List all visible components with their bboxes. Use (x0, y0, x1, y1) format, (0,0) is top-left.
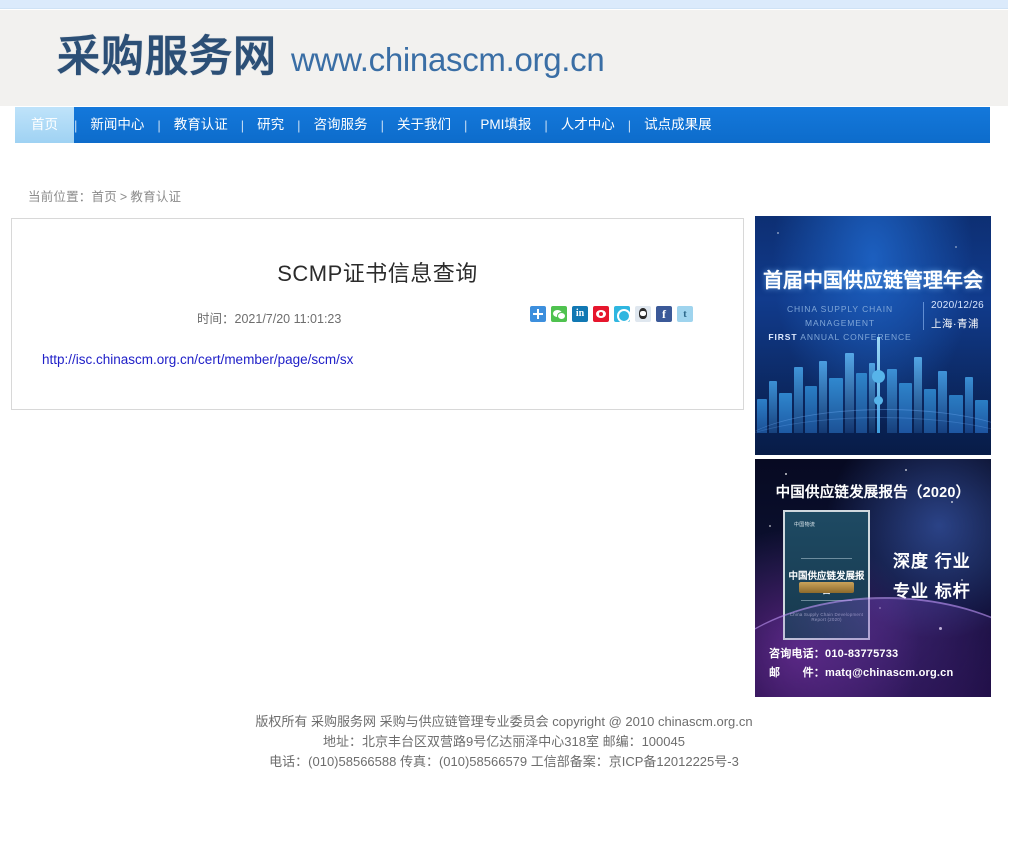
nav-separator: | (240, 117, 245, 133)
nav-item-consulting[interactable]: 咨询服务 (301, 107, 381, 143)
banner-report-phone: 咨询电话：010-83775733 (769, 648, 899, 660)
nav-item-pmi[interactable]: PMI填报 (467, 107, 544, 143)
star-decoration (905, 469, 907, 471)
main-navigation: 首页 | 新闻中心 | 教育认证 | 研究 | 咨询服务 | 关于我们 | PM… (15, 107, 990, 143)
footer-copyright: 版权所有 采购服务网 采购与供应链管理专业委员会 copyright @ 201… (255, 714, 753, 729)
star-decoration (769, 525, 771, 527)
nav-separator: | (463, 117, 468, 133)
nav-item-about[interactable]: 关于我们 (384, 107, 464, 143)
banner-report-email: 邮 件：matq@chinascm.org.cn (769, 667, 954, 679)
nav-item-news[interactable]: 新闻中心 (77, 107, 157, 143)
article-timestamp: 时间：2021/7/20 11:01:23 (197, 308, 341, 327)
banner-conference[interactable]: 首届中国供应链管理年会 CHINA SUPPLY CHAIN MANAGEMEN… (755, 216, 991, 455)
star-decoration (785, 473, 787, 475)
footer-address: 地址：北京丰台区双营路9号亿达丽泽中心318室 邮编：100045 (323, 734, 685, 749)
nav-item-research[interactable]: 研究 (244, 107, 297, 143)
twitter-share-icon[interactable]: t (677, 306, 693, 322)
banner-conference-divider (923, 302, 924, 330)
article-panel: SCMP证书信息查询 时间：2021/7/20 11:01:23 in f t … (11, 218, 744, 410)
site-logo-url: www.chinascm.org.cn (291, 41, 605, 78)
breadcrumb: 当前位置：首页 > 教育认证 (28, 186, 181, 205)
banner-conference-place: 上海·青浦 (931, 318, 979, 330)
banner-report-book-band (799, 582, 854, 593)
breadcrumb-separator: > (119, 190, 128, 204)
banner-conference-date: 2020/12/26 (931, 300, 985, 311)
nav-separator: | (297, 117, 301, 133)
star-decoration (777, 232, 779, 234)
facebook-share-icon[interactable]: f (656, 306, 672, 322)
nav-separator: | (627, 117, 632, 133)
banner-report-contact: 咨询电话：010-83775733 邮 件：matq@chinascm.org.… (769, 645, 953, 683)
nav-item-education[interactable]: 教育认证 (161, 107, 241, 143)
breadcrumb-home-link[interactable]: 首页 (92, 190, 117, 204)
banner-report-slogan-line1: 深度 行业 (893, 552, 971, 571)
breadcrumb-current: 教育认证 (130, 190, 182, 204)
linkedin-share-icon[interactable]: in (572, 306, 588, 322)
qq-share-icon[interactable] (635, 306, 651, 322)
wechat-share-icon[interactable] (551, 306, 567, 322)
nav-separator: | (380, 117, 384, 133)
pinterest-share-icon[interactable] (614, 306, 630, 322)
tv-tower-sphere-upper (872, 370, 885, 383)
breadcrumb-prefix: 当前位置： (28, 190, 92, 204)
share-bar: in f t (530, 306, 693, 322)
footer-contact: 电话：(010)58566588 传真：(010)58566579 工信部备案：… (269, 754, 739, 769)
nav-item-home[interactable]: 首页 (15, 107, 74, 143)
nav-separator: | (74, 117, 78, 133)
star-decoration (955, 246, 957, 248)
nav-separator: | (544, 117, 548, 133)
site-logo[interactable]: 采购服务网 www.chinascm.org.cn (57, 32, 605, 82)
site-logo-chinese: 采购服务网 (57, 32, 277, 82)
banner-conference-skyline (755, 335, 991, 455)
article-time-label: 时间： (197, 312, 235, 326)
banner-conference-subtitle-line1: CHINA SUPPLY CHAIN MANAGEMENT (786, 304, 894, 328)
nav-separator: | (157, 117, 161, 133)
site-footer: 版权所有 采购服务网 采购与供应链管理专业委员会 copyright @ 201… (0, 712, 1008, 772)
banner-report-title: 中国供应链发展报告（2020） (775, 485, 971, 501)
article-time-value: 2021/7/20 11:01:23 (234, 312, 342, 326)
jiathis-share-icon[interactable] (530, 306, 546, 322)
site-header: 采购服务网 www.chinascm.org.cn (0, 10, 1008, 106)
article-meta-row: 时间：2021/7/20 11:01:23 in f t (12, 306, 743, 330)
nav-item-talent[interactable]: 人才中心 (548, 107, 628, 143)
banner-report-book-logo: 中国物流 (794, 522, 816, 528)
nav-item-pilot-results[interactable]: 试点成果展 (631, 107, 725, 143)
banner-report[interactable]: 中国供应链发展报告（2020） 中国物流 中国供应链发展报告 China Sup… (755, 459, 991, 697)
certificate-query-link[interactable]: http://isc.chinascm.org.cn/cert/member/p… (42, 352, 353, 367)
tv-tower-sphere-lower (874, 396, 883, 405)
page-title: SCMP证书信息查询 (277, 261, 478, 286)
banner-conference-title: 首届中国供应链管理年会 (763, 270, 983, 292)
top-strip-bar (0, 0, 1008, 9)
article-body: http://isc.chinascm.org.cn/cert/member/p… (12, 352, 743, 367)
weibo-share-icon[interactable] (593, 306, 609, 322)
